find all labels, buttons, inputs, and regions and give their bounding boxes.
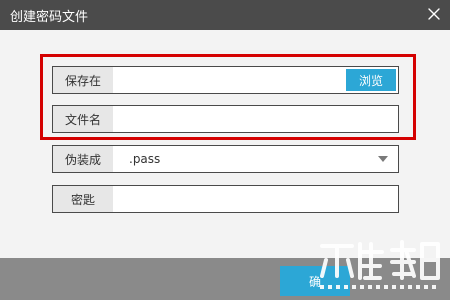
confirm-button[interactable]: 确 — [280, 266, 350, 296]
filename-input[interactable] — [113, 106, 398, 132]
filename-label: 文件名 — [53, 106, 113, 132]
key-row: 密匙 — [52, 185, 399, 213]
disguise-dropdown-button[interactable] — [368, 146, 398, 172]
window-title: 创建密码文件 — [10, 9, 89, 25]
filename-row: 文件名 — [52, 105, 399, 133]
browse-button[interactable]: 浏览 — [346, 69, 396, 91]
close-icon — [428, 8, 440, 20]
save-location-label: 保存在 — [53, 67, 113, 93]
bottom-bar: 确 — [0, 258, 450, 300]
disguise-select-value[interactable]: .pass — [113, 146, 368, 172]
close-button[interactable] — [425, 5, 443, 23]
save-location-row: 保存在 浏览 — [52, 66, 399, 94]
disguise-row[interactable]: 伪装成 .pass — [52, 145, 399, 173]
key-label: 密匙 — [53, 186, 113, 212]
dialog-content: 保存在 浏览 文件名 伪装成 .pass 密匙 — [0, 30, 450, 258]
disguise-label: 伪装成 — [53, 146, 113, 172]
title-bar: 创建密码文件 — [0, 0, 450, 30]
save-location-input[interactable] — [113, 67, 346, 93]
key-input[interactable] — [113, 186, 398, 212]
chevron-down-icon — [378, 156, 388, 162]
